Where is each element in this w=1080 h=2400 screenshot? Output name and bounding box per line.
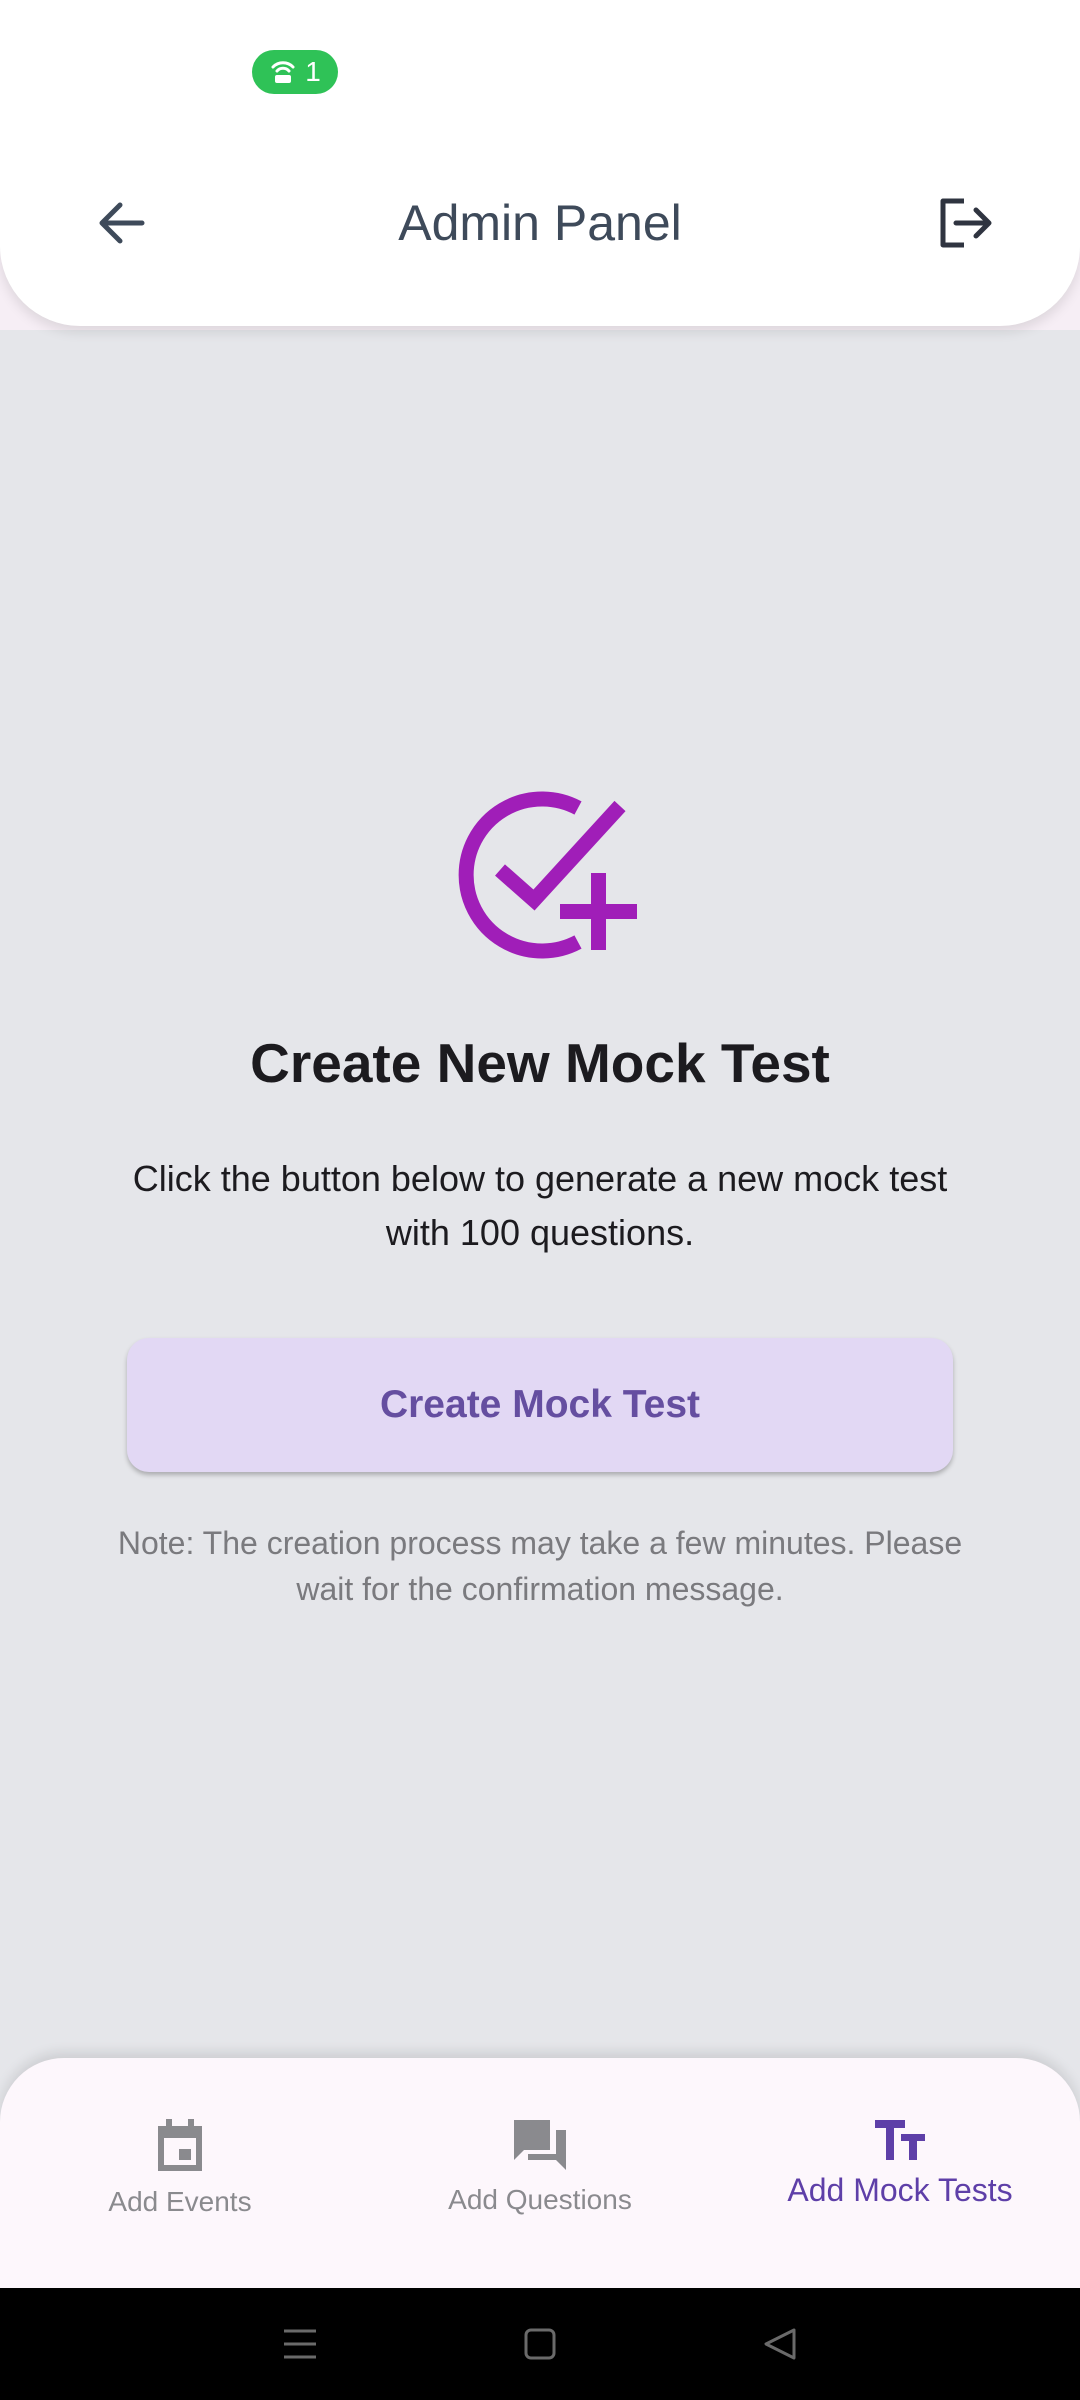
create-mock-test-button[interactable]: Create Mock Test	[127, 1338, 953, 1472]
back-triangle-icon	[764, 2328, 796, 2360]
app-header: 1 Admin Panel	[0, 0, 1080, 326]
nav-item-add-questions[interactable]: Add Questions	[360, 2058, 720, 2288]
nav-label-add-questions: Add Questions	[448, 2184, 632, 2215]
system-home-button[interactable]	[500, 2304, 580, 2384]
nav-label-add-events: Add Events	[108, 2186, 252, 2217]
bottom-navigation: Add Events Add Questions Add Mock Tests	[0, 2058, 1080, 2288]
forum-icon	[514, 2120, 566, 2170]
hotspot-indicator: 1	[252, 50, 338, 94]
nav-label-add-mock-tests: Add Mock Tests	[787, 2172, 1013, 2208]
page-title: Admin Panel	[398, 195, 682, 251]
hotspot-count: 1	[305, 56, 321, 87]
logout-button[interactable]	[926, 183, 1006, 263]
note-text: Note: The creation process may take a fe…	[117, 1525, 963, 1607]
system-navigation-bar	[0, 2288, 1080, 2400]
nav-item-add-events[interactable]: Add Events	[0, 2058, 360, 2288]
main-heading: Create New Mock Test	[250, 1032, 830, 1094]
home-icon	[524, 2328, 556, 2360]
menu-icon	[284, 2329, 316, 2359]
admin-panel-screen: 1 Admin Panel Create New Mock Test Click…	[0, 0, 1080, 2400]
hotspot-icon	[271, 61, 295, 83]
nav-item-add-mock-tests[interactable]: Add Mock Tests	[720, 2058, 1080, 2288]
calendar-icon	[158, 2119, 202, 2171]
description-text: Click the button below to generate a new…	[132, 1158, 948, 1253]
text-fields-icon	[875, 2120, 925, 2160]
logout-icon	[940, 198, 992, 248]
system-back-button[interactable]	[740, 2304, 820, 2384]
system-menu-button[interactable]	[260, 2304, 340, 2384]
check-circle-plus-icon	[458, 791, 637, 959]
